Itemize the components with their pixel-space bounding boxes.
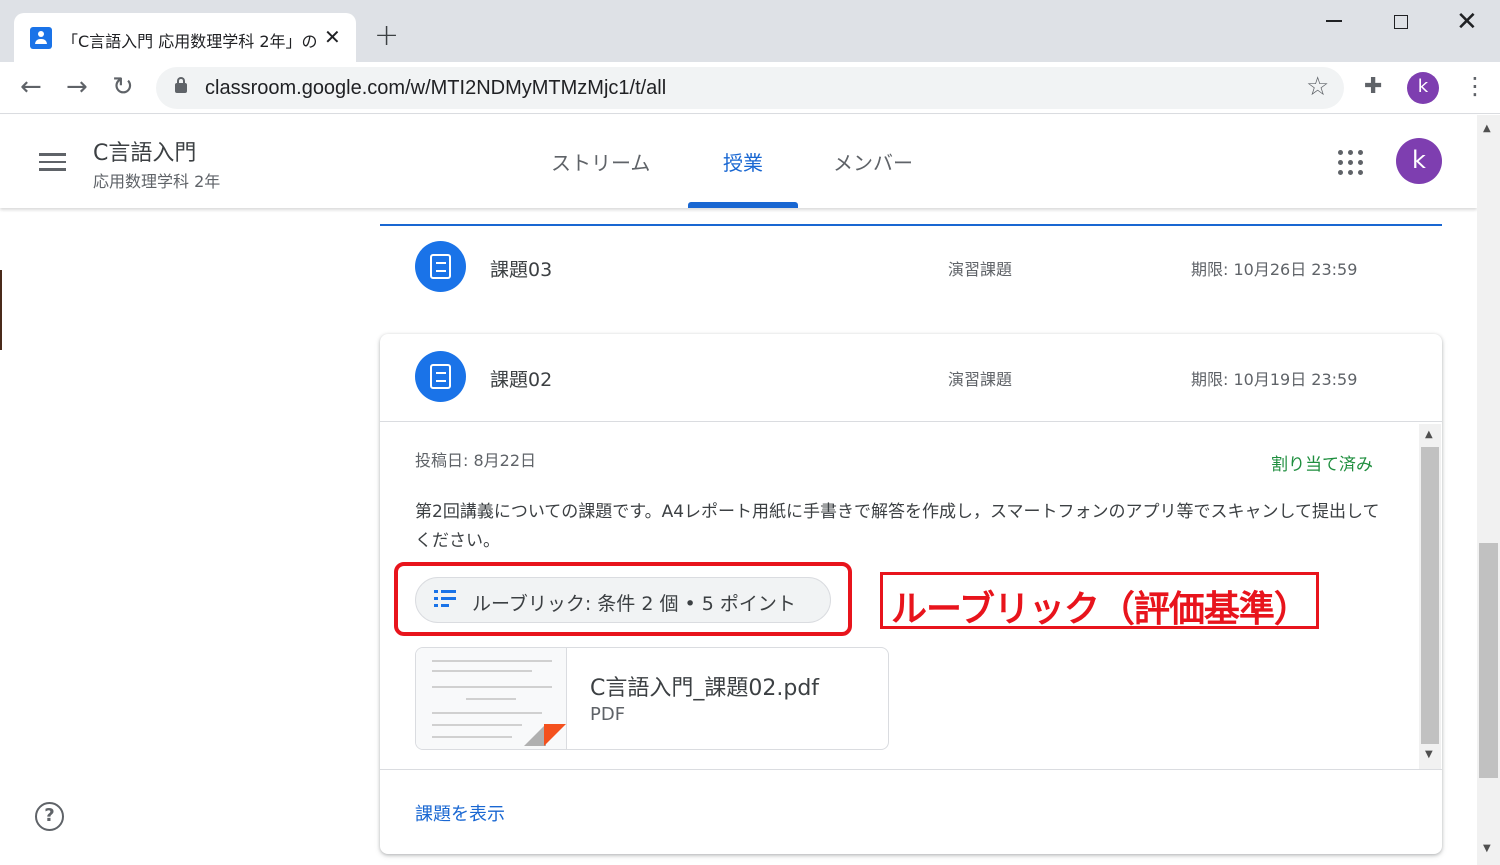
lock-icon[interactable]: [175, 77, 187, 93]
scroll-up-icon[interactable]: ▲: [1483, 123, 1491, 134]
close-window-icon[interactable]: ✕: [1456, 6, 1478, 38]
browser-menu-icon[interactable]: ⋮: [1463, 71, 1487, 101]
assignment-type: 演習課題: [948, 260, 1013, 279]
google-apps-icon[interactable]: [1338, 150, 1364, 176]
posted-date: 投稿日: 8月22日: [415, 451, 537, 470]
address-bar[interactable]: classroom.google.com/w/MTI2NDMyMTMzMjc1/…: [156, 67, 1344, 109]
view-assignment-link[interactable]: 課題を表示: [415, 800, 505, 826]
minimize-icon[interactable]: [1326, 20, 1342, 22]
assignment-description: 第2回講義についての課題です。A4レポート用紙に手書きで解答を作成し，スマートフ…: [415, 502, 1380, 551]
scroll-up-icon[interactable]: ▲: [1425, 429, 1433, 440]
pdf-badge-icon: [544, 724, 566, 746]
tab-classwork[interactable]: 授業: [723, 147, 763, 176]
active-tab-indicator: [688, 202, 798, 208]
extensions-puzzle-icon[interactable]: ✚: [1364, 74, 1382, 99]
help-icon[interactable]: ?: [35, 802, 64, 831]
url-text[interactable]: classroom.google.com/w/MTI2NDMyMTMzMjc1/…: [205, 77, 666, 100]
assignment-row[interactable]: 課題03 演習課題 期限: 10月26日 23:59: [380, 224, 1442, 312]
divider: [380, 421, 1442, 422]
card-scroll-thumb[interactable]: [1421, 447, 1439, 744]
reload-icon[interactable]: ↻: [112, 72, 134, 102]
rubric-highlight-box: [394, 562, 852, 636]
new-tab-button[interactable]: +: [374, 18, 399, 54]
pdf-fold-icon: [524, 724, 546, 746]
class-title[interactable]: C言語入門: [93, 135, 196, 167]
page-scroll-thumb[interactable]: [1479, 543, 1498, 778]
attachment-card[interactable]: C言語入門_課題02.pdf PDF: [415, 647, 889, 750]
page-scrollbar[interactable]: ▲ ▼: [1477, 115, 1500, 865]
pdf-thumbnail: [416, 648, 567, 749]
assigned-status: 割り当て済み: [1271, 455, 1373, 475]
attachment-type: PDF: [590, 704, 626, 725]
divider: [380, 769, 1442, 770]
annotation-text: ルーブリック（評価基準）: [891, 589, 1310, 630]
classroom-header: C言語入門 応用数理学科 2年 ストリーム 授業 メンバー k: [0, 115, 1477, 208]
window-edge: [0, 270, 2, 350]
assignment-row[interactable]: 課題02 演習課題 期限: 10月19日 23:59: [380, 334, 1442, 422]
scroll-down-icon[interactable]: ▼: [1425, 749, 1433, 760]
attachment-name: C言語入門_課題02.pdf: [590, 676, 820, 701]
assignment-title[interactable]: 課題02: [490, 365, 552, 392]
profile-avatar-small[interactable]: k: [1407, 72, 1439, 104]
browser-tab[interactable]: 「C言語入門 応用数理学科 2年」の ✕: [14, 13, 356, 62]
tab-close-icon[interactable]: ✕: [324, 23, 341, 51]
tab-stream[interactable]: ストリーム: [551, 147, 650, 176]
browser-toolbar: ← → ↻ classroom.google.com/w/MTI2NDMyMTM…: [0, 62, 1500, 114]
assignment-due: 期限: 10月26日 23:59: [1191, 260, 1358, 279]
class-section: 応用数理学科 2年: [93, 172, 221, 191]
tab-title: 「C言語入門 応用数理学科 2年」の: [62, 32, 318, 51]
assignment-icon: [415, 351, 466, 402]
hamburger-menu-icon[interactable]: [39, 153, 66, 171]
rubric-annotation: ルーブリック（評価基準）: [880, 572, 1319, 630]
assignment-due: 期限: 10月19日 23:59: [1191, 370, 1358, 389]
assignment-title[interactable]: 課題03: [490, 255, 552, 282]
user-avatar[interactable]: k: [1396, 138, 1442, 184]
browser-tab-bar: 「C言語入門 応用数理学科 2年」の ✕ + ✕: [0, 0, 1500, 62]
forward-arrow-icon[interactable]: →: [66, 72, 88, 102]
back-arrow-icon[interactable]: ←: [20, 72, 42, 102]
assignment-icon: [415, 241, 466, 292]
tab-members[interactable]: メンバー: [833, 147, 913, 176]
classroom-favicon-icon: [30, 27, 52, 49]
assignment-type: 演習課題: [948, 370, 1013, 389]
scroll-down-icon[interactable]: ▼: [1483, 843, 1491, 854]
bookmark-star-icon[interactable]: ☆: [1306, 72, 1329, 102]
card-scrollbar[interactable]: ▲ ▼: [1419, 424, 1441, 769]
maximize-icon[interactable]: [1394, 15, 1408, 29]
